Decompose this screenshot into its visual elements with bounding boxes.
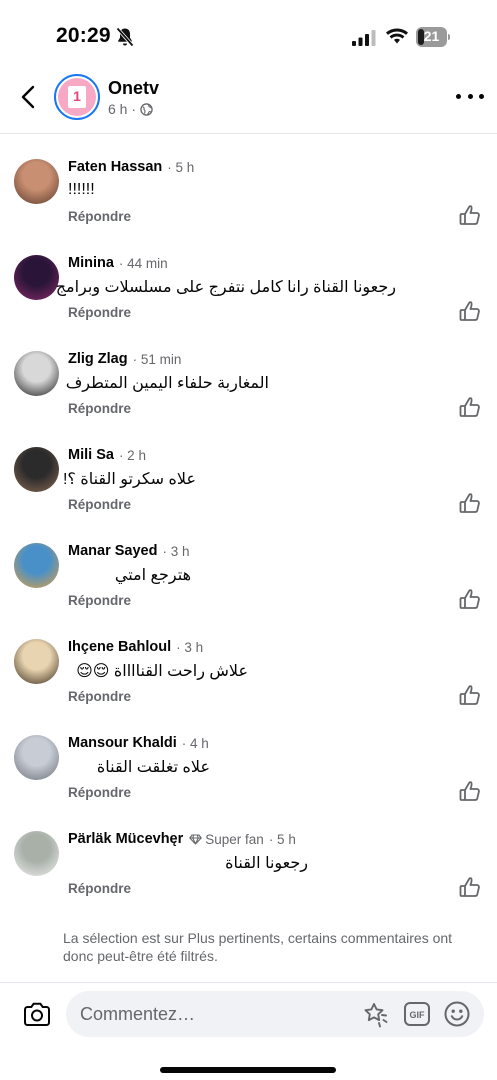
comments-list: Faten Hassan · 5 h!!!!!! Répondre Minina · 4…	[0, 150, 497, 920]
commenter-avatar[interactable]	[14, 159, 59, 204]
reply-button[interactable]: Répondre	[68, 305, 131, 320]
commenter-avatar[interactable]	[14, 831, 59, 876]
comment-time: · 44 min	[118, 255, 168, 271]
svg-text:GIF: GIF	[410, 1010, 426, 1020]
gif-icon[interactable]: GIF	[404, 1002, 430, 1026]
comment-header: Zlig Zlag · 51 min	[68, 351, 181, 367]
wifi-icon	[386, 28, 408, 44]
reply-button[interactable]: Répondre	[68, 785, 131, 800]
commenter-avatar[interactable]	[14, 351, 59, 396]
comment-time: · 5 h	[167, 159, 195, 175]
comment-author[interactable]: Minina	[68, 255, 114, 271]
commenter-avatar[interactable]	[14, 447, 59, 492]
comment-text: رجعونا القناة	[225, 855, 308, 872]
commenter-avatar[interactable]	[14, 639, 59, 684]
page-name[interactable]: Onetv	[108, 78, 159, 99]
reply-button[interactable]: Répondre	[68, 497, 131, 512]
comment-time: · 5 h	[268, 831, 296, 847]
thumbs-up-icon[interactable]	[458, 492, 480, 514]
comment-item: Ihçene Bahloul · 3 h علاش راحت القنااااة 😌…	[0, 630, 497, 726]
comment-time: · 2 h	[118, 447, 146, 463]
super-fan-badge: Super fan	[189, 832, 264, 847]
comment-input[interactable]	[80, 991, 350, 1037]
comment-item: Minina · 44 min رجعونا القناة رانا كامل نت…	[0, 246, 497, 342]
thumbs-up-icon[interactable]	[458, 300, 480, 322]
bell-off-icon	[116, 27, 134, 47]
reply-button[interactable]: Répondre	[68, 881, 131, 896]
reply-button[interactable]: Répondre	[68, 689, 131, 704]
battery-indicator: 21	[416, 27, 451, 47]
thumbs-up-icon[interactable]	[458, 588, 480, 610]
globe-icon	[140, 102, 153, 116]
page-avatar[interactable]	[54, 74, 100, 120]
camera-icon[interactable]	[22, 1001, 52, 1029]
post-header: Onetv 6 h ·	[0, 72, 497, 134]
sticker-icon[interactable]	[362, 1001, 390, 1029]
comment-header: Ihçene Bahloul · 3 h	[68, 639, 203, 655]
thumbs-up-icon[interactable]	[458, 780, 480, 802]
thumbs-up-icon[interactable]	[458, 876, 480, 898]
comment-text: !!!!!!	[68, 181, 95, 198]
comment-author[interactable]: Manar Sayed	[68, 543, 157, 559]
comment-input-wrapper: GIF	[66, 991, 484, 1037]
comment-item: Mansour Khaldi · 4 h علاه تغلقت القناة Répo…	[0, 726, 497, 822]
comment-time: · 3 h	[162, 543, 190, 559]
comment-author[interactable]: Pärläk Mücevhęr	[68, 831, 183, 847]
badge-label: Super fan	[205, 831, 264, 847]
comment-header: Manar Sayed · 3 h	[68, 543, 189, 559]
commenter-avatar[interactable]	[14, 735, 59, 780]
comment-item: Faten Hassan · 5 h!!!!!! Répondre	[0, 150, 497, 246]
comment-text: المغاربة حلفاء اليمين المتطرف	[65, 375, 269, 392]
home-indicator[interactable]	[160, 1067, 336, 1073]
comment-author[interactable]: Faten Hassan	[68, 159, 162, 175]
status-bar: 20:29 21	[0, 0, 497, 72]
comment-header: Faten Hassan · 5 h	[68, 159, 194, 175]
comment-time: · 3 h	[176, 639, 204, 655]
comment-item: Zlig Zlag · 51 min المغاربة حلفاء اليمين ا…	[0, 342, 497, 438]
thumbs-up-icon[interactable]	[458, 684, 480, 706]
filter-note: La sélection est sur Plus pertinents, ce…	[63, 930, 453, 964]
commenter-avatar[interactable]	[14, 255, 59, 300]
comment-header: Minina · 44 min	[68, 255, 168, 271]
comment-text: علاه سكرتو القناة ؟!	[62, 471, 196, 488]
comment-time: · 51 min	[132, 351, 182, 367]
comment-author[interactable]: Mili Sa	[68, 447, 114, 463]
comment-header: Mansour Khaldi · 4 h	[68, 735, 209, 751]
comment-text: هترجع امتي	[114, 567, 191, 584]
comment-author[interactable]: Zlig Zlag	[68, 351, 128, 367]
post-meta: 6 h ·	[108, 101, 153, 117]
status-time: 20:29	[56, 24, 111, 47]
reply-button[interactable]: Répondre	[68, 593, 131, 608]
comment-text: علاش راحت القنااااة 😌😌	[76, 663, 248, 680]
comment-item: Manar Sayed · 3 h هترجع امتي Répondre	[0, 534, 497, 630]
signal-icon	[352, 30, 376, 46]
comment-time: · 4 h	[181, 735, 209, 751]
comment-item: Mili Sa · 2 h علاه سكرتو القناة ؟! Répondre	[0, 438, 497, 534]
thumbs-up-icon[interactable]	[458, 396, 480, 418]
chevron-left-icon	[21, 85, 35, 109]
back-button[interactable]	[14, 82, 42, 112]
more-dots-icon	[456, 93, 461, 99]
comment-text: علاه تغلقت القناة	[96, 759, 210, 776]
comment-text: رجعونا القناة رانا كامل نتفرج على مسلسلا…	[55, 279, 396, 296]
comment-author[interactable]: Mansour Khaldi	[68, 735, 177, 751]
comment-item: Pärläk Mücevhęr Super fan · 5 h رجعونا القن…	[0, 822, 497, 920]
thumbs-up-icon[interactable]	[458, 204, 480, 226]
comment-header: Pärläk Mücevhęr Super fan · 5 h	[68, 831, 296, 847]
reply-button[interactable]: Répondre	[68, 401, 131, 416]
commenter-avatar[interactable]	[14, 543, 59, 588]
reply-button[interactable]: Répondre	[68, 209, 131, 224]
comment-composer: GIF	[0, 982, 497, 1080]
diamond-icon	[189, 833, 203, 845]
comment-author[interactable]: Ihçene Bahloul	[68, 639, 171, 655]
onetv-logo	[68, 86, 86, 108]
post-time: 6 h ·	[108, 101, 137, 117]
emoji-icon[interactable]	[444, 1001, 470, 1027]
battery-level: 21	[423, 28, 440, 44]
comment-header: Mili Sa · 2 h	[68, 447, 146, 463]
more-options-button[interactable]	[456, 88, 484, 104]
